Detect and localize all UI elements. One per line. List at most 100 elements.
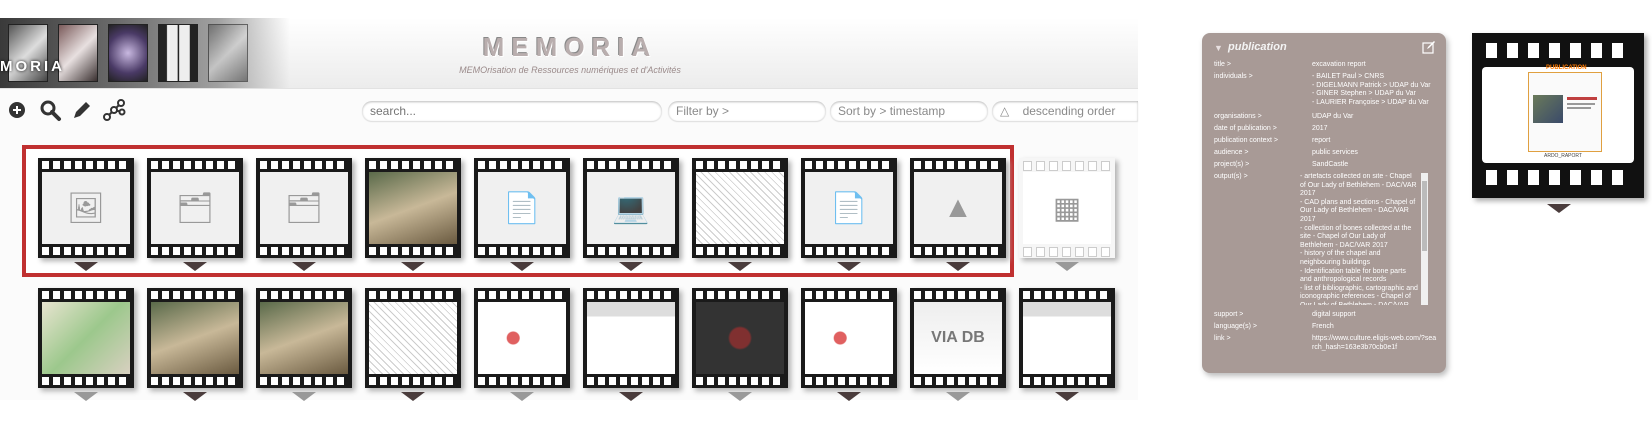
resource-card[interactable]: 💻 — [583, 158, 679, 258]
film-sprockets — [1019, 288, 1115, 302]
expand-caret-icon[interactable] — [510, 262, 534, 271]
resource-link[interactable]: https://www.culture.eligis-web.com/?sear… — [1312, 335, 1437, 352]
sort-dropdown[interactable]: Sort by > timestamp — [830, 101, 988, 121]
resource-card[interactable]: 📄 — [474, 158, 570, 258]
preview-frame: PUBLICATION ARDO_RAPORT — [1482, 65, 1634, 163]
expand-caret-icon[interactable] — [1055, 262, 1079, 271]
resource-thumbnail: ▦ — [1023, 172, 1111, 244]
edit-icon[interactable] — [70, 98, 94, 122]
resource-card[interactable] — [1019, 288, 1115, 388]
film-sprockets — [365, 244, 461, 258]
resource-card[interactable]: 🖼 — [38, 158, 134, 258]
resource-card[interactable] — [474, 288, 570, 388]
resource-card[interactable] — [38, 288, 134, 388]
collapse-triangle-icon[interactable]: ▼ — [1214, 43, 1223, 53]
logo-frame — [108, 24, 148, 82]
outputs-list[interactable]: - artefacts collected on site - Chapel o… — [1300, 173, 1428, 305]
expand-caret-icon[interactable] — [510, 392, 534, 401]
expand-caret-icon[interactable] — [401, 392, 425, 401]
resource-thumbnail: 🗂 — [260, 172, 348, 244]
resource-thumbnail — [587, 302, 675, 374]
expand-caret-icon[interactable] — [74, 392, 98, 401]
expand-caret-icon[interactable] — [619, 392, 643, 401]
film-sprockets — [38, 374, 134, 388]
expand-caret-icon[interactable] — [837, 262, 861, 271]
expand-caret-icon[interactable] — [74, 262, 98, 271]
resource-card[interactable] — [365, 288, 461, 388]
resource-thumbnail — [42, 302, 130, 374]
film-sprockets — [256, 374, 352, 388]
expand-caret-icon[interactable] — [401, 262, 425, 271]
expand-caret-icon[interactable] — [292, 392, 316, 401]
resource-card[interactable]: 📄 — [801, 158, 897, 258]
add-icon[interactable] — [6, 98, 30, 122]
film-sprockets — [1019, 374, 1115, 388]
graph-icon[interactable] — [102, 98, 126, 122]
film-sprockets — [910, 158, 1006, 172]
order-toggle[interactable]: △ descending order — [992, 101, 1138, 121]
film-sprockets — [147, 158, 243, 172]
film-sprockets — [474, 158, 570, 172]
film-sprockets — [474, 374, 570, 388]
text-document-icon: 📄 — [830, 191, 868, 225]
film-sprockets — [692, 374, 788, 388]
film-sprockets — [147, 374, 243, 388]
resource-card[interactable]: ▦ — [1019, 158, 1115, 258]
preview-expand-caret-icon[interactable] — [1547, 204, 1571, 213]
edit-icon[interactable] — [1422, 40, 1436, 54]
film-sprockets — [801, 244, 897, 258]
resource-thumbnail — [1023, 302, 1111, 374]
expand-caret-icon[interactable] — [728, 392, 752, 401]
expand-caret-icon[interactable] — [292, 262, 316, 271]
preview-badge: PUBLICATION — [1546, 65, 1587, 71]
resource-card[interactable] — [256, 288, 352, 388]
preview-document-thumbnail — [1528, 72, 1602, 152]
resource-card[interactable] — [692, 288, 788, 388]
film-sprockets — [801, 374, 897, 388]
resource-card[interactable] — [365, 158, 461, 258]
outputs-scrollbar[interactable] — [1421, 173, 1428, 305]
resource-card[interactable]: 🗂 — [256, 158, 352, 258]
expand-caret-icon[interactable] — [728, 262, 752, 271]
expand-caret-icon[interactable] — [837, 392, 861, 401]
logo-text: MORIA — [0, 58, 65, 75]
scrollbar-thumb[interactable] — [1422, 181, 1427, 251]
3d-model-icon: ▲ — [943, 191, 973, 224]
resource-card[interactable] — [147, 288, 243, 388]
resource-thumbnail — [151, 302, 239, 374]
order-triangle-icon: △ — [1000, 104, 1010, 118]
resource-card[interactable] — [692, 158, 788, 258]
outputs-text: - artefacts collected on site - Chapel o… — [1300, 173, 1418, 305]
publication-preview[interactable]: PUBLICATION ARDO_RAPORT — [1472, 33, 1644, 198]
film-sprockets — [1019, 244, 1115, 258]
resource-card[interactable]: ▲ — [910, 158, 1006, 258]
logo-film-strip: MORIA — [0, 18, 290, 88]
preview-sprockets — [1476, 43, 1640, 61]
filter-dropdown[interactable]: Filter by > — [668, 101, 826, 121]
film-sprockets — [147, 244, 243, 258]
text-document-icon: 📄 — [503, 191, 541, 225]
film-sprockets — [801, 158, 897, 172]
resource-thumbnail — [696, 302, 784, 374]
film-sprockets — [692, 288, 788, 302]
expand-caret-icon[interactable] — [183, 392, 207, 401]
resource-card[interactable] — [583, 288, 679, 388]
expand-caret-icon[interactable] — [619, 262, 643, 271]
expand-caret-icon[interactable] — [183, 262, 207, 271]
expand-caret-icon[interactable] — [946, 262, 970, 271]
resource-thumbnail — [260, 302, 348, 374]
film-sprockets — [256, 288, 352, 302]
resource-card[interactable]: VIA DB — [910, 288, 1006, 388]
film-sprockets — [256, 158, 352, 172]
film-sprockets — [910, 374, 1006, 388]
expand-caret-icon[interactable] — [946, 392, 970, 401]
documents-icon: 🗂 — [175, 191, 215, 225]
resource-card[interactable]: 🗂 — [147, 158, 243, 258]
film-sprockets — [38, 288, 134, 302]
search-input[interactable] — [362, 101, 662, 121]
resource-card[interactable] — [801, 288, 897, 388]
resource-thumbnail — [478, 302, 566, 374]
search-icon[interactable] — [38, 98, 62, 122]
images-icon: 🖼 — [66, 191, 106, 225]
expand-caret-icon[interactable] — [1055, 392, 1079, 401]
